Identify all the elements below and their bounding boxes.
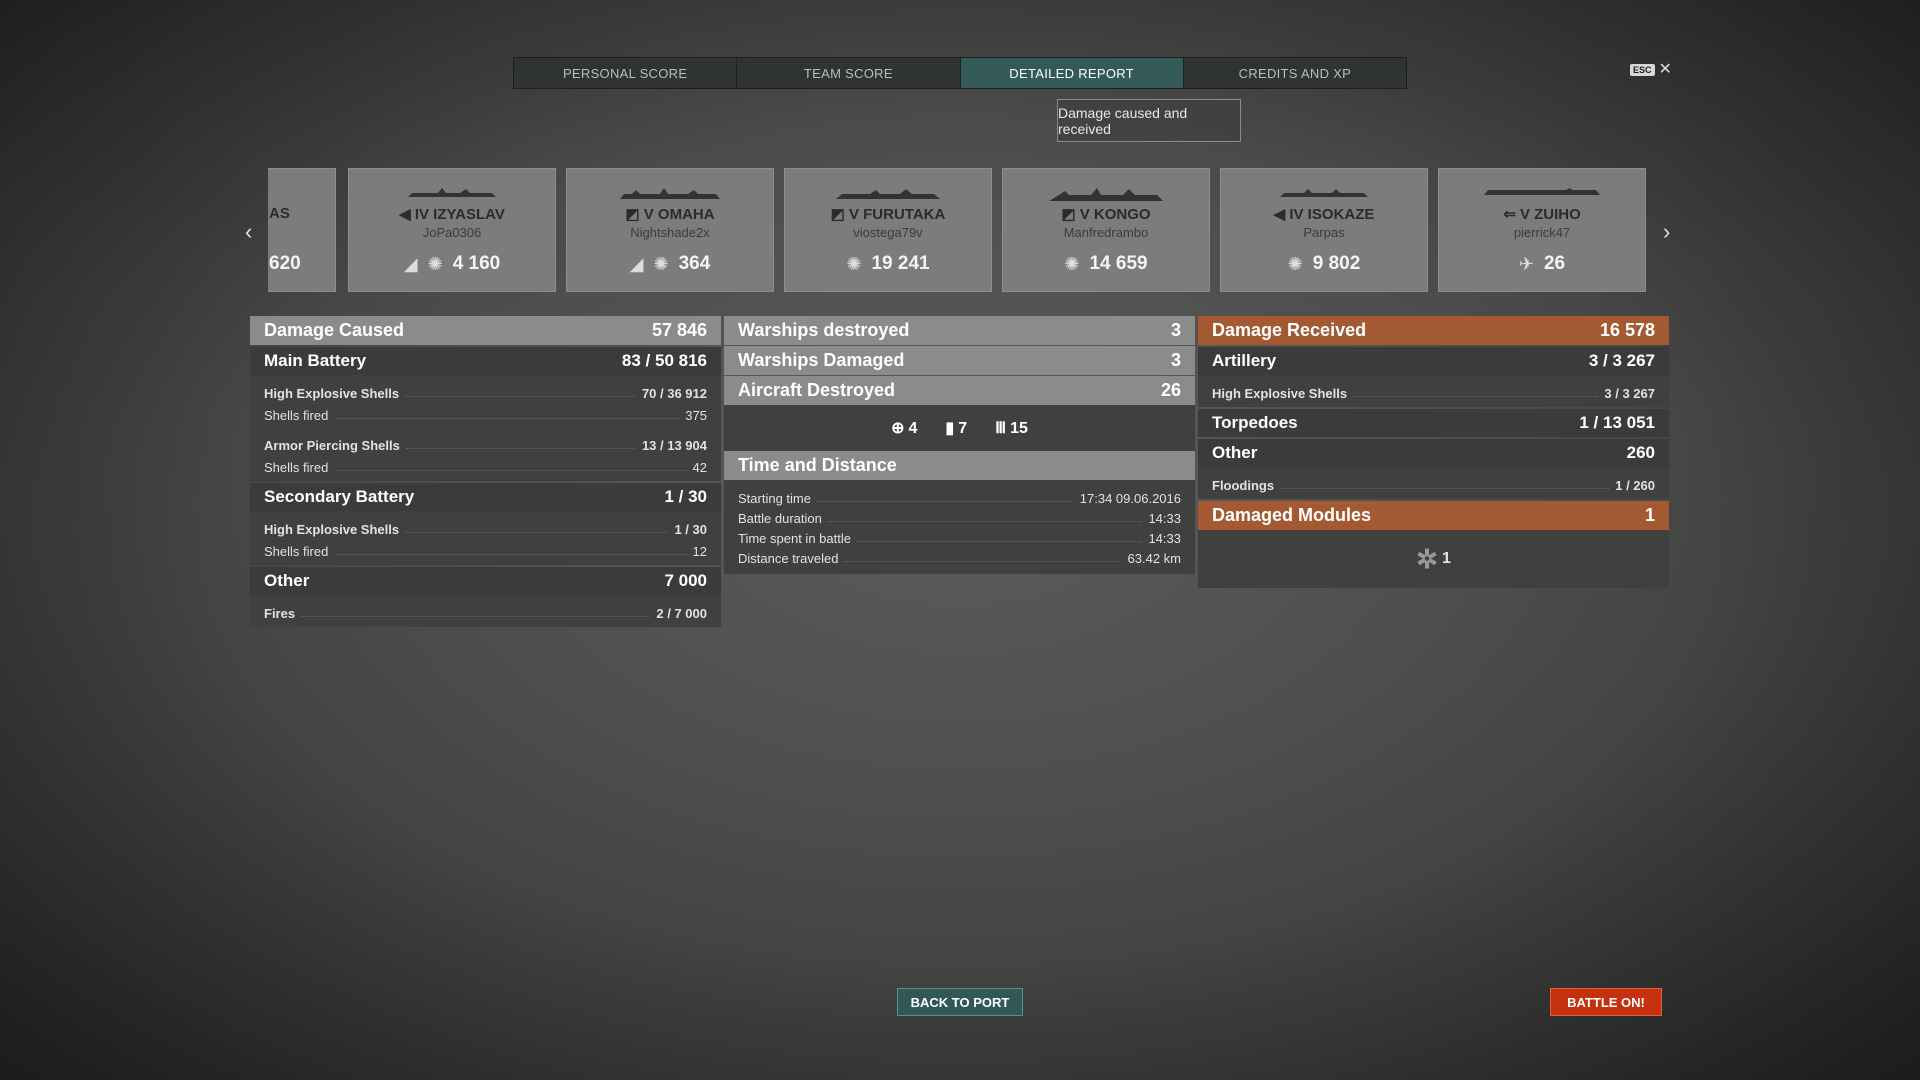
ship-name: ⇐ V ZUIHO bbox=[1503, 206, 1581, 223]
aircraft-icon: ✈ bbox=[1518, 253, 1534, 274]
kills-panel: Warships destroyed 3 Warships Damaged 3 Ai… bbox=[724, 316, 1195, 574]
bomber-icon: ▮ bbox=[945, 420, 955, 437]
main-battery-details: High Explosive Shells 70 / 36 912 Shells … bbox=[250, 375, 721, 481]
top-tabs: PERSONAL SCORE TEAM SCORE DETAILED REPOR… bbox=[513, 57, 1407, 89]
damage-caused-header: Damage Caused 57 846 bbox=[250, 316, 721, 345]
other-received-row: Other 260 bbox=[1198, 439, 1669, 467]
report-subtitle: Damage caused and received bbox=[1057, 99, 1241, 142]
ship-name: ◀ IV IZYASLAV bbox=[399, 206, 505, 223]
ship-card[interactable]: ◩ V OMAHA Nightshade2x ◢ ✺ 364 bbox=[566, 168, 774, 292]
ship-silhouette-icon bbox=[620, 188, 720, 199]
secondary-battery-row: Secondary Battery 1 / 30 bbox=[250, 483, 721, 511]
ship-value: 19 241 bbox=[871, 253, 930, 274]
steering-module-icon: ✲ bbox=[1416, 543, 1438, 574]
fighter-icon: ⊕ bbox=[891, 420, 905, 437]
ship-silhouette-icon bbox=[1049, 188, 1163, 201]
warships-damaged-row: Warships Damaged 3 bbox=[724, 346, 1195, 375]
ship-silhouette-icon bbox=[1280, 189, 1368, 197]
close-icon: ✕ bbox=[1658, 61, 1672, 78]
time-distance-details: Starting time 17:34 09.06.2016 Battle dur… bbox=[724, 480, 1195, 574]
main-battery-row: Main Battery 83 / 50 816 bbox=[250, 347, 721, 375]
ship-silhouette-icon bbox=[408, 188, 496, 197]
ship-card[interactable]: ◩ V FURUTAKA viostega79v ✺ 19 241 bbox=[784, 168, 992, 292]
damaged-modules-list: ✲ 1 bbox=[1198, 530, 1669, 588]
ship-silhouette-icon bbox=[1484, 188, 1600, 195]
battle-on-button[interactable]: BATTLE ON! bbox=[1550, 988, 1662, 1016]
ship-carousel: AS 620 ◀ IV IZYASLAV JoPa0306 ◢ ✺ 4 160 … bbox=[268, 168, 1648, 292]
player-name: Manfredrambo bbox=[1063, 225, 1149, 240]
ship-value: 364 bbox=[678, 253, 711, 274]
ship-card[interactable]: AS 620 bbox=[268, 168, 336, 292]
ship-name: ◩ V OMAHA bbox=[625, 206, 715, 223]
other-damage-row: Other 7 000 bbox=[250, 567, 721, 595]
damage-icon: ✺ bbox=[653, 253, 669, 274]
ship-value: 14 659 bbox=[1089, 253, 1148, 274]
player-name: pierrick47 bbox=[1513, 225, 1571, 240]
damage-icon: ✺ bbox=[1287, 253, 1303, 274]
aircraft-destroyed-row: Aircraft Destroyed 26 bbox=[724, 376, 1195, 405]
tab-personal-score[interactable]: PERSONAL SCORE bbox=[514, 58, 738, 88]
player-name: Parpas bbox=[1303, 225, 1345, 240]
torpedo-bomber-icon: Ⅲ bbox=[995, 420, 1007, 437]
ship-name: ◀ IV ISOKAZE bbox=[1273, 206, 1375, 223]
warships-destroyed-row: Warships destroyed 3 bbox=[724, 316, 1195, 345]
esc-key-label: ESC bbox=[1630, 64, 1655, 76]
damage-received-panel: Damage Received 16 578 Artillery 3 / 3 267… bbox=[1198, 316, 1669, 588]
tab-detailed-report[interactable]: DETAILED REPORT bbox=[960, 58, 1184, 88]
torpedo-icon: ◢ bbox=[629, 253, 644, 274]
other-damage-details: Fires 2 / 7 000 bbox=[250, 595, 721, 627]
damage-icon: ✺ bbox=[427, 253, 443, 274]
damage-icon: ✺ bbox=[1064, 253, 1080, 274]
ship-value: 26 bbox=[1543, 253, 1566, 274]
tab-team-score[interactable]: TEAM SCORE bbox=[737, 58, 961, 88]
ship-value: 9 802 bbox=[1312, 253, 1361, 274]
ship-silhouette-icon bbox=[836, 189, 940, 199]
ship-card[interactable]: ◩ V KONGO Manfredrambo ✺ 14 659 bbox=[1002, 168, 1210, 292]
player-name: JoPa0306 bbox=[422, 225, 482, 240]
tab-credits-and-xp[interactable]: CREDITS AND XP bbox=[1184, 58, 1406, 88]
player-name: viostega79v bbox=[853, 225, 923, 240]
damage-received-header: Damage Received 16 578 bbox=[1198, 316, 1669, 345]
other-received-details: Floodings 1 / 260 bbox=[1198, 467, 1669, 499]
artillery-details: High Explosive Shells 3 / 3 267 bbox=[1198, 375, 1669, 407]
torpedoes-row: Torpedoes 1 / 13 051 bbox=[1198, 409, 1669, 437]
back-to-port-button[interactable]: BACK TO PORT bbox=[897, 988, 1023, 1016]
damage-icon: ✺ bbox=[846, 253, 862, 274]
ship-value: 4 160 bbox=[452, 253, 501, 274]
time-distance-header: Time and Distance bbox=[724, 451, 1195, 480]
artillery-row: Artillery 3 / 3 267 bbox=[1198, 347, 1669, 375]
secondary-battery-details: High Explosive Shells 1 / 30 Shells fired… bbox=[250, 511, 721, 565]
carousel-prev-arrow[interactable]: ‹ bbox=[245, 219, 252, 245]
carousel-next-arrow[interactable]: › bbox=[1663, 219, 1670, 245]
ship-card[interactable]: ◀ IV IZYASLAV JoPa0306 ◢ ✺ 4 160 bbox=[348, 168, 556, 292]
ship-name: ◩ V FURUTAKA bbox=[830, 206, 946, 223]
damaged-modules-header: Damaged Modules 1 bbox=[1198, 501, 1669, 530]
ship-name: ◩ V KONGO bbox=[1061, 206, 1151, 223]
esc-close-button[interactable]: ESC ✕ bbox=[1630, 61, 1672, 78]
ship-card[interactable]: ◀ IV ISOKAZE Parpas ✺ 9 802 bbox=[1220, 168, 1428, 292]
ship-value: 620 bbox=[269, 253, 301, 274]
aircraft-breakdown: ⊕ 4 ▮ 7 Ⅲ 15 bbox=[724, 405, 1195, 451]
torpedo-icon: ◢ bbox=[403, 253, 418, 274]
ship-name: AS bbox=[269, 205, 290, 222]
damage-caused-panel: Damage Caused 57 846 Main Battery 83 / 50 … bbox=[250, 316, 721, 627]
player-name: Nightshade2x bbox=[630, 225, 710, 240]
ship-card[interactable]: ⇐ V ZUIHO pierrick47 ✈ 26 bbox=[1438, 168, 1646, 292]
